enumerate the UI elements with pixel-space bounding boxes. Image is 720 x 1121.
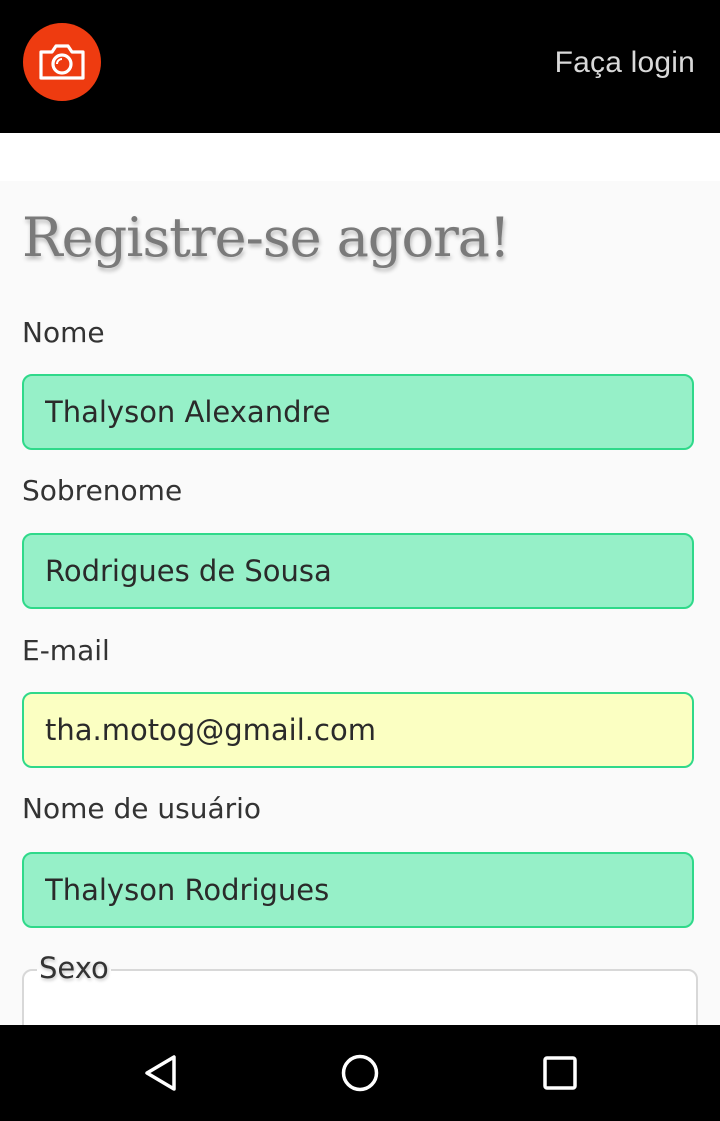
username-label: Nome de usuário bbox=[22, 792, 262, 825]
gender-legend: Sexo bbox=[37, 951, 111, 985]
nav-home-button[interactable] bbox=[337, 1050, 383, 1096]
top-app-bar: Faça login bbox=[0, 0, 720, 133]
home-circle-icon bbox=[341, 1054, 379, 1092]
app-logo[interactable] bbox=[23, 23, 101, 101]
nav-recents-button[interactable] bbox=[537, 1050, 583, 1096]
nav-back-button[interactable] bbox=[137, 1050, 183, 1096]
recents-square-icon bbox=[543, 1056, 577, 1090]
username-input[interactable] bbox=[22, 852, 694, 928]
first-name-label: Nome bbox=[22, 316, 105, 349]
camera-icon bbox=[39, 44, 85, 80]
first-name-input[interactable] bbox=[22, 374, 694, 450]
last-name-label: Sobrenome bbox=[22, 474, 183, 507]
page-title: Registre-se agora! bbox=[22, 206, 511, 269]
last-name-input[interactable] bbox=[22, 533, 694, 609]
login-link[interactable]: Faça login bbox=[555, 46, 695, 80]
back-triangle-icon bbox=[145, 1055, 176, 1091]
system-nav-bar bbox=[0, 1025, 720, 1121]
email-input[interactable] bbox=[22, 692, 694, 768]
email-label: E-mail bbox=[22, 634, 110, 667]
